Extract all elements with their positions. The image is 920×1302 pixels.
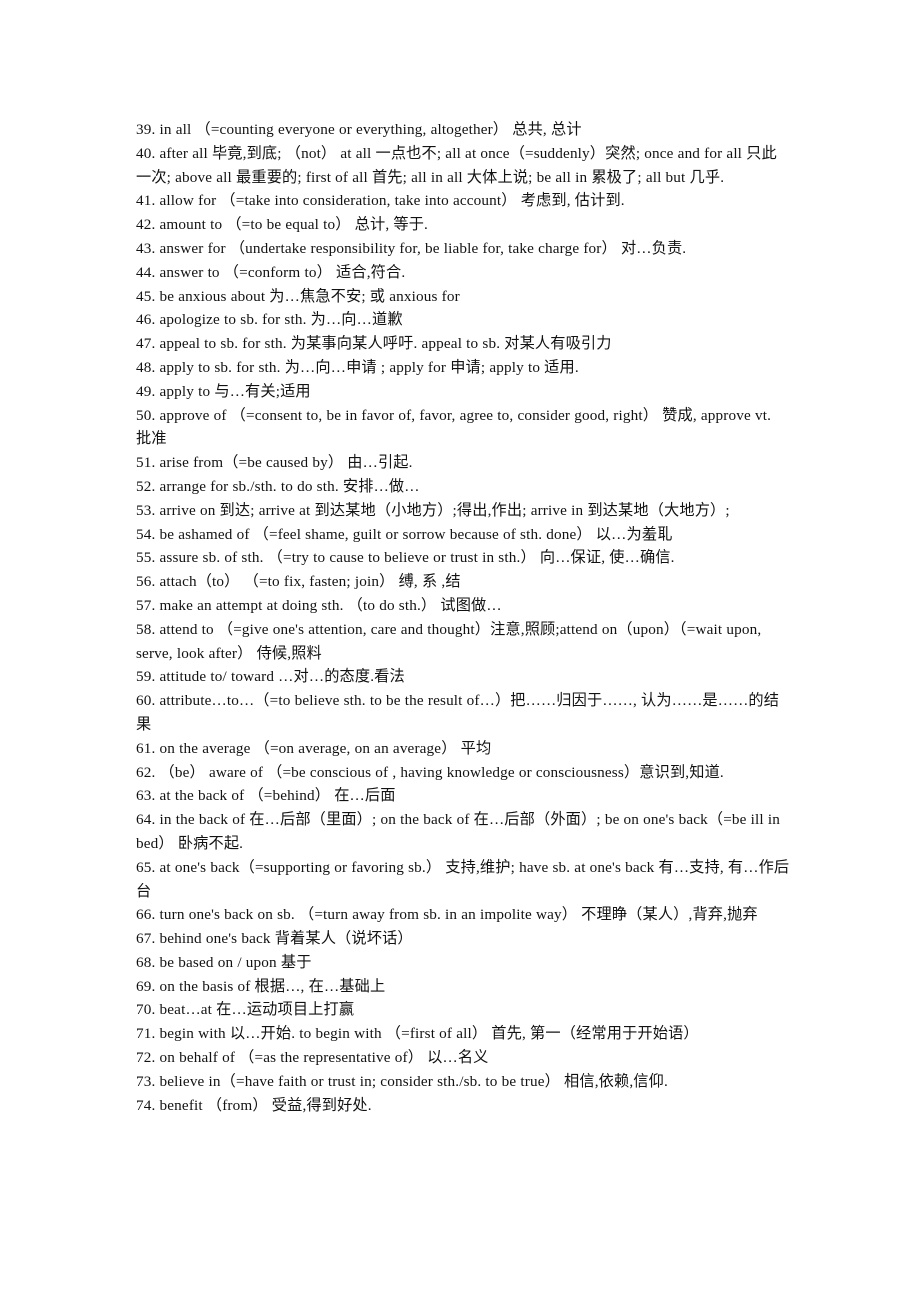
phrase-entry: 43. answer for （undertake responsibility…: [136, 239, 687, 257]
phrase-entry: 66. turn one's back on sb. （=turn away f…: [136, 906, 758, 924]
phrase-entry: 69. on the basis of 根据…, 在…基础上: [136, 977, 386, 995]
phrase-entry: 72. on behalf of （=as the representative…: [136, 1049, 489, 1067]
phrase-entry: 67. behind one's back 背着某人（说坏话）: [136, 930, 413, 948]
phrase-entry: 41. allow for （=take into consideration,…: [136, 192, 625, 210]
phrase-entry: 46. apologize to sb. for sth. 为…向…道歉: [136, 311, 403, 329]
phrase-entry: 65. at one's back（=supporting or favorin…: [136, 858, 790, 900]
phrase-entry: 50. approve of （=consent to, be in favor…: [136, 406, 772, 448]
phrase-entry: 62. （be） aware of （=be conscious of , ha…: [136, 763, 724, 781]
phrase-entry-list: 39. in all （=counting everyone or everyt…: [136, 118, 790, 1117]
phrase-entry: 40. after all 毕竟,到底; （not） at all 一点也不; …: [136, 144, 777, 186]
phrase-entry: 45. be anxious about 为…焦急不安; 或 anxious f…: [136, 287, 460, 305]
phrase-entry: 64. in the back of 在…后部（里面）; on the back…: [136, 811, 780, 852]
phrase-entry: 63. at the back of （=behind） 在…后面: [136, 787, 396, 805]
phrase-entry: 56. attach（to） （=to fix, fasten; join） 缚…: [136, 573, 461, 591]
document-page: 39. in all （=counting everyone or everyt…: [0, 0, 920, 1302]
phrase-entry: 61. on the average （=on average, on an a…: [136, 739, 492, 757]
phrase-entry: 71. begin with 以…开始. to begin with （=fir…: [136, 1025, 699, 1043]
phrase-entry: 51. arise from（=be caused by） 由…引起.: [136, 454, 413, 472]
phrase-entry: 39. in all （=counting everyone or everyt…: [136, 121, 582, 138]
phrase-entry: 55. assure sb. of sth. （=try to cause to…: [136, 549, 675, 567]
phrase-entry: 68. be based on / upon 基于: [136, 953, 312, 971]
phrase-entry: 57. make an attempt at doing sth. （to do…: [136, 596, 502, 614]
phrase-entry: 58. attend to （=give one's attention, ca…: [136, 620, 762, 662]
phrase-entry: 47. appeal to sb. for sth. 为某事向某人呼吁. app…: [136, 335, 612, 353]
phrase-entry: 49. apply to 与…有关;适用: [136, 382, 311, 400]
phrase-entry: 70. beat…at 在…运动项目上打赢: [136, 1001, 355, 1019]
phrase-entry: 73. believe in（=have faith or trust in; …: [136, 1072, 668, 1090]
phrase-entry: 53. arrive on 到达; arrive at 到达某地（小地方）;得出…: [136, 501, 730, 519]
phrase-entry: 42. amount to （=to be equal to） 总计, 等于.: [136, 216, 429, 234]
phrase-entry: 74. benefit （from） 受益,得到好处.: [136, 1096, 372, 1114]
phrase-entry: 54. be ashamed of （=feel shame, guilt or…: [136, 525, 673, 543]
phrase-entry: 44. answer to （=conform to） 适合,符合.: [136, 263, 406, 281]
phrase-entry: 52. arrange for sb./sth. to do sth. 安排…做…: [136, 477, 420, 495]
phrase-entry: 60. attribute…to…（=to believe sth. to be…: [136, 692, 780, 733]
phrase-entry: 59. attitude to/ toward …对…的态度.看法: [136, 668, 405, 686]
phrase-entry: 48. apply to sb. for sth. 为…向…申请 ; apply…: [136, 358, 579, 376]
